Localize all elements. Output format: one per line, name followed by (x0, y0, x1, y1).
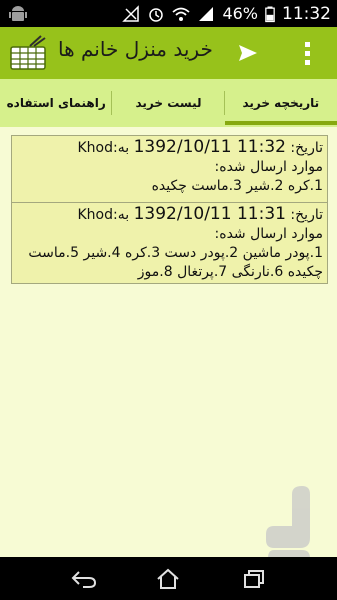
tab-shopping-list[interactable]: لیست خرید (112, 79, 225, 127)
send-button[interactable] (234, 39, 262, 67)
recent-apps-button[interactable] (240, 565, 268, 593)
to-label: به: (113, 207, 130, 223)
back-icon (71, 571, 97, 588)
history-item[interactable]: تاریخ: 1392/10/11 11:31 به:Khod موارد ار… (11, 202, 328, 284)
items-text: 1.کره 2.شیر 3.ماست چکیده (151, 178, 323, 194)
items-text: 1.پودر ماشین 2.پودر دست 3.کره 4.شیر 5.ما… (28, 245, 323, 280)
recipient: Khod (77, 207, 113, 223)
send-icon (239, 45, 257, 61)
battery-icon (265, 6, 275, 22)
tab-bar: راهنمای استفاده لیست خرید تاریخچه خرید (0, 79, 337, 127)
history-item[interactable]: تاریخ: 1392/10/11 11:32 به:Khod موارد ار… (11, 135, 328, 203)
back-button[interactable] (70, 565, 98, 593)
basket-icon[interactable] (8, 33, 48, 73)
no-signal-icon (122, 4, 140, 22)
to-label: به: (113, 140, 130, 156)
navigation-bar (0, 557, 337, 600)
recipient: Khod (77, 140, 113, 156)
android-icon (9, 6, 27, 21)
home-icon (157, 568, 179, 589)
action-bar: خرید منزل خانم ها (0, 27, 337, 79)
items-label: موارد ارسال شده: (214, 159, 323, 175)
app-title: خرید منزل خانم ها (58, 37, 213, 61)
status-time: 11:32 (282, 3, 331, 24)
overflow-menu-button[interactable] (296, 37, 318, 69)
date-label: تاریخ: (290, 140, 323, 156)
wifi-icon (172, 7, 191, 21)
recent-apps-icon (244, 570, 264, 588)
history-datetime: 1392/10/11 11:31 (133, 204, 286, 224)
home-button[interactable] (154, 565, 182, 593)
date-label: تاریخ: (290, 207, 323, 223)
tab-history[interactable]: تاریخچه خرید (224, 79, 337, 127)
history-datetime: 1392/10/11 11:32 (133, 137, 286, 157)
alarm-icon (149, 7, 164, 22)
tab-help[interactable]: راهنمای استفاده (0, 79, 113, 127)
overflow-menu-icon (304, 41, 310, 47)
items-label: موارد ارسال شده: (214, 226, 323, 242)
battery-percent: 46% (222, 4, 258, 23)
signal-icon (199, 6, 214, 21)
status-bar: 46% 11:32 (0, 0, 337, 27)
